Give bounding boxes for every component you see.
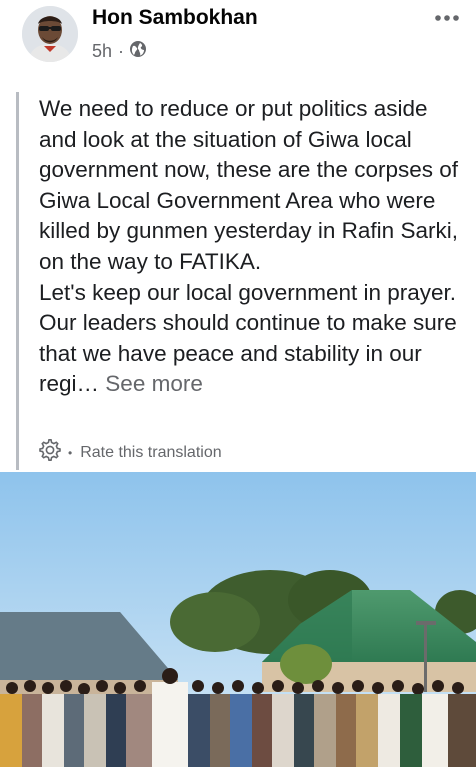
avatar-photo bbox=[22, 6, 78, 62]
post-meta: 5h · bbox=[92, 40, 147, 63]
quote-bar bbox=[16, 92, 19, 470]
meta-separator: · bbox=[118, 41, 125, 61]
post-author-name[interactable]: Hon Sambokhan bbox=[92, 6, 258, 30]
rate-translation-link[interactable]: Rate this translation bbox=[80, 444, 221, 462]
post-body: We need to reduce or put politics aside … bbox=[39, 94, 464, 400]
post-options-button[interactable] bbox=[432, 6, 462, 30]
post-timestamp[interactable]: 5h bbox=[92, 41, 112, 62]
gear-icon[interactable] bbox=[38, 438, 62, 467]
post-body-text: We need to reduce or put politics aside … bbox=[39, 96, 458, 397]
more-horizontal-icon bbox=[435, 15, 459, 21]
globe-icon[interactable] bbox=[129, 40, 147, 63]
post-photo[interactable] bbox=[0, 472, 476, 767]
translation-row: • Rate this translation bbox=[38, 438, 222, 467]
translation-dot: • bbox=[68, 445, 73, 460]
author-avatar[interactable] bbox=[22, 6, 78, 62]
crowd-photo bbox=[0, 472, 476, 767]
see-more-link[interactable]: See more bbox=[105, 371, 203, 396]
